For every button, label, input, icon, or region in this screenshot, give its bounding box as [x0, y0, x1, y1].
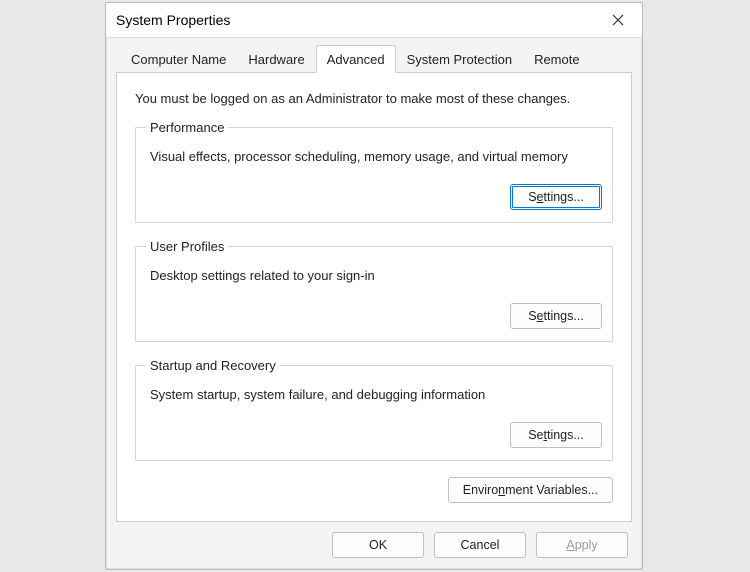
startup-recovery-desc: System startup, system failure, and debu…: [150, 387, 602, 402]
startup-recovery-settings-button[interactable]: Settings...: [510, 422, 602, 448]
environment-variables-button[interactable]: Environment Variables...: [448, 477, 613, 503]
tab-system-protection[interactable]: System Protection: [396, 45, 524, 73]
window-title: System Properties: [116, 12, 230, 28]
tab-strip: Computer Name Hardware Advanced System P…: [110, 44, 638, 72]
performance-group: Performance Visual effects, processor sc…: [135, 120, 613, 223]
tab-hardware[interactable]: Hardware: [237, 45, 315, 73]
content-area: Computer Name Hardware Advanced System P…: [106, 37, 642, 569]
performance-settings-button[interactable]: Settings...: [510, 184, 602, 210]
user-profiles-settings-button[interactable]: Settings...: [510, 303, 602, 329]
startup-recovery-group: Startup and Recovery System startup, sys…: [135, 358, 613, 461]
cancel-button[interactable]: Cancel: [434, 532, 526, 558]
tab-advanced[interactable]: Advanced: [316, 45, 396, 73]
user-profiles-legend: User Profiles: [146, 239, 228, 254]
user-profiles-desc: Desktop settings related to your sign-in: [150, 268, 602, 283]
system-properties-dialog: System Properties Computer Name Hardware…: [105, 2, 643, 570]
tab-computer-name[interactable]: Computer Name: [120, 45, 237, 73]
advanced-panel: You must be logged on as an Administrato…: [116, 72, 632, 522]
performance-desc: Visual effects, processor scheduling, me…: [150, 149, 602, 164]
dialog-footer: OK Cancel Apply: [110, 522, 638, 558]
user-profiles-group: User Profiles Desktop settings related t…: [135, 239, 613, 342]
startup-recovery-legend: Startup and Recovery: [146, 358, 280, 373]
apply-button[interactable]: Apply: [536, 532, 628, 558]
tab-remote[interactable]: Remote: [523, 45, 591, 73]
ok-button[interactable]: OK: [332, 532, 424, 558]
performance-legend: Performance: [146, 120, 228, 135]
admin-note: You must be logged on as an Administrato…: [135, 91, 613, 106]
close-icon[interactable]: [604, 6, 632, 34]
titlebar: System Properties: [106, 3, 642, 37]
